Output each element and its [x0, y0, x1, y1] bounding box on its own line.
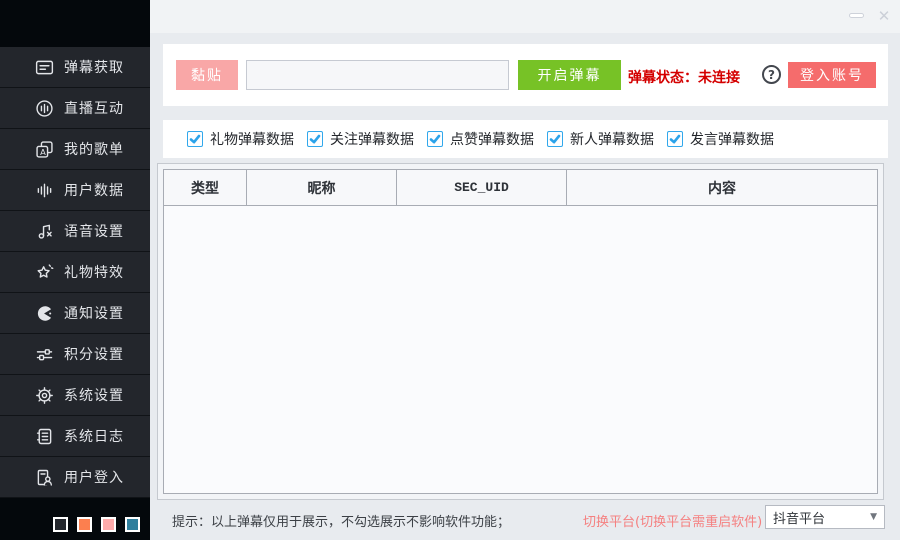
- sidebar-item-label: 用户数据: [64, 180, 124, 200]
- sidebar-item-label: 通知设置: [64, 303, 124, 323]
- minimize-button[interactable]: [849, 13, 864, 18]
- voice-note-icon: [34, 221, 55, 242]
- table-header-content: 内容: [567, 170, 877, 205]
- theme-swatch-dark[interactable]: [53, 517, 68, 532]
- live-interact-icon: [34, 98, 55, 119]
- sidebar: 弹幕获取 直播互动 A 我的歌单 用户数据 语音设置: [0, 0, 150, 540]
- table-body-empty: [164, 206, 877, 493]
- user-data-bars-icon: [34, 180, 55, 201]
- start-danmaku-button[interactable]: 开启弹幕: [518, 60, 621, 90]
- gift-star-icon: [34, 262, 55, 283]
- sidebar-item-label: 用户登入: [64, 467, 124, 487]
- sidebar-item-danmaku-capture[interactable]: 弹幕获取: [0, 47, 150, 88]
- filter-label: 点赞弹幕数据: [450, 129, 534, 149]
- filter-newcomer-danmaku[interactable]: 新人弹幕数据: [547, 120, 654, 158]
- danmaku-table-panel: 类型 昵称 SEC_UID 内容: [157, 163, 884, 500]
- theme-color-swatches: [0, 517, 150, 532]
- paste-button[interactable]: 黏贴: [176, 60, 238, 90]
- room-url-input[interactable]: [246, 60, 509, 90]
- danmaku-list-icon: [34, 57, 55, 78]
- close-button[interactable]: ✕: [875, 6, 893, 26]
- user-login-icon: [34, 467, 55, 488]
- table-header-nickname: 昵称: [247, 170, 397, 205]
- svg-text:A: A: [40, 146, 46, 156]
- connection-card: 黏贴 开启弹幕 弹幕状态：未连接 ? 登入账号: [163, 44, 888, 106]
- checkbox-checked-icon[interactable]: [667, 131, 683, 147]
- sidebar-item-label: 积分设置: [64, 344, 124, 364]
- sidebar-item-user-login[interactable]: 用户登入: [0, 457, 150, 498]
- points-sliders-icon: [34, 344, 55, 365]
- sidebar-item-system-settings[interactable]: 系统设置: [0, 375, 150, 416]
- titlebar: ✕: [150, 0, 900, 33]
- checkbox-checked-icon[interactable]: [187, 131, 203, 147]
- sidebar-item-label: 语音设置: [64, 221, 124, 241]
- filter-label: 发言弹幕数据: [690, 129, 774, 149]
- platform-select-value: 抖音平台: [773, 508, 825, 527]
- sidebar-item-label: 系统设置: [64, 385, 124, 405]
- theme-swatch-orange[interactable]: [77, 517, 92, 532]
- table-header-sec-uid: SEC_UID: [397, 170, 567, 205]
- filter-label: 礼物弹幕数据: [210, 129, 294, 149]
- theme-swatch-teal[interactable]: [125, 517, 140, 532]
- sidebar-item-label: 弹幕获取: [64, 57, 124, 77]
- sidebar-item-label: 直播互动: [64, 98, 124, 118]
- checkbox-checked-icon[interactable]: [547, 131, 563, 147]
- filter-gift-danmaku[interactable]: 礼物弹幕数据: [187, 120, 294, 158]
- system-log-icon: [34, 426, 55, 447]
- login-account-button[interactable]: 登入账号: [788, 62, 876, 88]
- sidebar-item-user-data[interactable]: 用户数据: [0, 170, 150, 211]
- sidebar-item-label: 系统日志: [64, 426, 124, 446]
- filter-like-danmaku[interactable]: 点赞弹幕数据: [427, 120, 534, 158]
- platform-select[interactable]: 抖音平台 ▼: [765, 505, 885, 529]
- sidebar-item-points-settings[interactable]: 积分设置: [0, 334, 150, 375]
- switch-platform-note[interactable]: 切换平台(切换平台需重启软件): [583, 511, 762, 530]
- checkbox-checked-icon[interactable]: [427, 131, 443, 147]
- sidebar-item-system-log[interactable]: 系统日志: [0, 416, 150, 457]
- sidebar-item-my-playlist[interactable]: A 我的歌单: [0, 129, 150, 170]
- danmaku-status-label: 弹幕状态：未连接: [628, 67, 740, 87]
- chevron-down-icon: ▼: [870, 512, 877, 522]
- filter-chat-danmaku[interactable]: 发言弹幕数据: [667, 120, 774, 158]
- sidebar-nav: 弹幕获取 直播互动 A 我的歌单 用户数据 语音设置: [0, 47, 150, 498]
- filter-card: 礼物弹幕数据 关注弹幕数据 点赞弹幕数据 新人弹幕数据 发言弹幕数据: [163, 120, 888, 158]
- filter-label: 关注弹幕数据: [330, 129, 414, 149]
- table-header-row: 类型 昵称 SEC_UID 内容: [164, 170, 877, 206]
- help-icon[interactable]: ?: [762, 65, 781, 84]
- sidebar-item-label: 我的歌单: [64, 139, 124, 159]
- sidebar-item-notification-settings[interactable]: 通知设置: [0, 293, 150, 334]
- playlist-icon: A: [34, 139, 55, 160]
- filter-label: 新人弹幕数据: [570, 129, 654, 149]
- sidebar-item-label: 礼物特效: [64, 262, 124, 282]
- danmaku-table: 类型 昵称 SEC_UID 内容: [163, 169, 878, 494]
- sidebar-item-gift-effects[interactable]: 礼物特效: [0, 252, 150, 293]
- system-gear-icon: [34, 385, 55, 406]
- notification-icon: [34, 303, 55, 324]
- sidebar-item-live-interaction[interactable]: 直播互动: [0, 88, 150, 129]
- theme-swatch-pink[interactable]: [101, 517, 116, 532]
- footer-tip-label: 提示：以上弹幕仅用于展示，不勾选展示不影响软件功能；: [172, 511, 510, 530]
- sidebar-item-voice-settings[interactable]: 语音设置: [0, 211, 150, 252]
- checkbox-checked-icon[interactable]: [307, 131, 323, 147]
- table-header-type: 类型: [164, 170, 247, 205]
- filter-follow-danmaku[interactable]: 关注弹幕数据: [307, 120, 414, 158]
